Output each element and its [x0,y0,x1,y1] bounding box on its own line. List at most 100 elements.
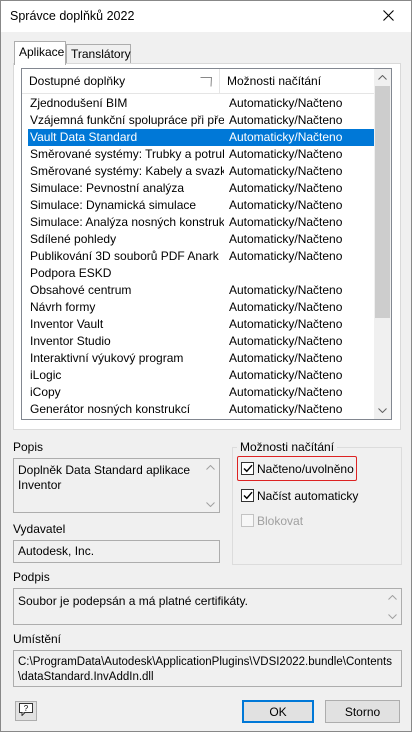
description-scrollbar[interactable] [202,459,219,512]
column-header-load-options[interactable]: Možnosti načítání [220,69,374,94]
addin-load-option: Automaticky/Načteno [229,351,343,365]
location-path: C:\ProgramData\Autodesk\ApplicationPlugi… [18,655,392,685]
location-field: C:\ProgramData\Autodesk\ApplicationPlugi… [13,650,402,687]
list-item[interactable]: Směrované systémy: Kabely a svazky Automa… [28,163,374,180]
addin-load-option: Automaticky/Načteno [229,334,343,348]
signature-label: Podpis [13,570,50,584]
addin-name: Simulace: Pevnostní analýza [30,181,185,195]
list-scrollbar[interactable] [374,69,391,419]
list-item[interactable]: Simulace: Pevnostní analýza Automaticky/N… [28,180,374,197]
loaded-unloaded-label: Načteno/uvolněno [257,461,354,476]
signature-scrollbar[interactable] [384,589,401,624]
addin-name: Obsahové centrum [30,283,132,297]
signature-box[interactable]: Soubor je podepsán a má platné certifiká… [13,588,402,625]
list-item[interactable]: Sdílené pohledy Automaticky/Načteno [28,231,374,248]
addin-name: Generátor nosných konstrukcí [30,402,191,416]
addin-name: Zjednodušení BIM [30,96,128,110]
close-button[interactable] [365,1,411,32]
list-item[interactable]: Publikování 3D souborů PDF Anark Automati… [28,248,374,265]
publisher-label: Vydavatel [13,522,66,536]
addin-load-option: Automaticky/Načteno [229,385,343,399]
description-label: Popis [13,440,44,454]
list-item[interactable]: Návrh formy Automaticky/Načteno [28,299,374,316]
list-item[interactable]: Podpora ESKD [28,265,374,282]
help-button[interactable]: ? [15,701,37,721]
addin-name: Směrované systémy: Kabely a svazky [30,164,224,178]
addin-name: Vzájemná funkční spolupráce při přet... [30,113,224,127]
location-label: Umístění [13,632,62,646]
load-automatically-label: Načíst automaticky [257,488,359,503]
addin-load-option: Automaticky/Načteno [229,147,343,161]
window-title: Správce doplňků 2022 [10,9,135,23]
location-path-line: \dataStandard.InvAddIn.dll [18,671,154,683]
loaded-unloaded-checkbox[interactable]: Načteno/uvolněno [241,460,354,477]
checkmark-icon [241,489,254,502]
list-item[interactable]: Obsahové centrum Automaticky/Načteno [28,282,374,299]
ok-button[interactable]: OK [242,700,314,723]
addin-load-option: Automaticky/Načteno [229,402,343,416]
list-item[interactable]: Inventor Vault Automaticky/Načteno [28,316,374,333]
list-header: Dostupné doplňky Možnosti načítání [22,69,374,94]
list-item[interactable]: Generátor nosných konstrukcí Automaticky/… [28,401,374,418]
empty-checkbox-icon [241,514,254,527]
addins-list[interactable]: Dostupné doplňky Možnosti načítání Zjedn… [21,68,392,420]
addin-load-option: Automaticky/Načteno [229,130,343,144]
load-automatically-checkbox[interactable]: Načíst automaticky [241,487,358,504]
list-item[interactable]: Inventor Studio Automaticky/Načteno [28,333,374,350]
addin-load-option: Automaticky/Načteno [229,96,343,110]
addin-load-option: Automaticky/Načteno [229,181,343,195]
list-item[interactable]: Směrované systémy: Trubky a potrubí Autom… [28,146,374,163]
chevron-down-icon[interactable] [202,496,219,513]
load-options-label: Možnosti načítání [237,440,338,454]
description-box[interactable]: Doplněk Data Standard aplikace Inventor [13,458,220,513]
description-text-line: Inventor [18,478,62,492]
addin-name: Simulace: Analýza nosných konstrukcí [30,215,224,229]
publisher-value: Autodesk, Inc. [18,544,95,558]
scroll-thumb[interactable] [375,86,390,318]
addin-name: Simulace: Dynamická simulace [30,198,197,212]
list-item[interactable]: Simulace: Analýza nosných konstrukcí Auto… [28,214,374,231]
addin-name: iCopy [30,385,61,399]
addin-name: Publikování 3D souborů PDF Anark [30,249,219,263]
list-item[interactable]: iLogic Automaticky/Načteno [28,367,374,384]
tab-applications[interactable]: Aplikace [14,41,66,65]
addin-name: Inventor Studio [30,334,111,348]
addin-name: Návrh formy [30,300,96,314]
tab-translators[interactable]: Translátory [66,44,131,64]
svg-text:?: ? [24,704,29,713]
cancel-button[interactable]: Storno [325,700,400,723]
addin-name: Inventor Vault [30,317,104,331]
addin-name: iLogic [30,368,62,382]
addin-load-option: Automaticky/Načteno [229,232,343,246]
addin-load-option: Automaticky/Načteno [229,368,343,382]
scroll-down-arrow-icon[interactable] [374,402,391,419]
title-bar: Správce doplňků 2022 [1,1,411,32]
block-checkbox: Blokovat [241,512,303,529]
list-item[interactable]: Zjednodušení BIM Automaticky/Načteno [28,95,374,112]
column-header-available-addins[interactable]: Dostupné doplňky [22,69,219,94]
checkmark-icon [241,462,254,475]
help-icon: ? [19,703,33,719]
chevron-up-icon[interactable] [384,589,401,606]
scroll-up-arrow-icon[interactable] [374,69,391,86]
addin-name: Směrované systémy: Trubky a potrubí [30,147,224,161]
addin-name: Podpora ESKD [30,266,112,280]
list-item[interactable]: Interaktivní výukový program Automaticky/… [28,350,374,367]
addin-name: Sdílené pohledy [30,232,117,246]
chevron-up-icon[interactable] [202,459,219,476]
list-item[interactable]: Vault Data Standard Automaticky/Načteno [28,129,374,146]
addin-load-option: Automaticky/Načteno [229,198,343,212]
addin-name: Vault Data Standard [30,130,138,144]
list-item[interactable]: iCopy Automaticky/Načteno [28,384,374,401]
chevron-down-icon[interactable] [384,608,401,625]
close-icon [382,9,394,24]
sort-indicator-icon [200,76,213,87]
signature-text: Soubor je podepsán a má platné certifiká… [18,594,248,608]
list-item[interactable]: Simulace: Dynamická simulace Automaticky/… [28,197,374,214]
location-path-line: C:\ProgramData\Autodesk\ApplicationPlugi… [18,656,392,668]
list-item[interactable]: Vzájemná funkční spolupráce při přet... A… [28,112,374,129]
addin-name: Interaktivní výukový program [30,351,184,365]
addin-load-option: Automaticky/Načteno [229,164,343,178]
addin-load-option: Automaticky/Načteno [229,300,343,314]
addin-manager-dialog: Správce doplňků 2022 Aplikace Translátor… [0,0,412,732]
